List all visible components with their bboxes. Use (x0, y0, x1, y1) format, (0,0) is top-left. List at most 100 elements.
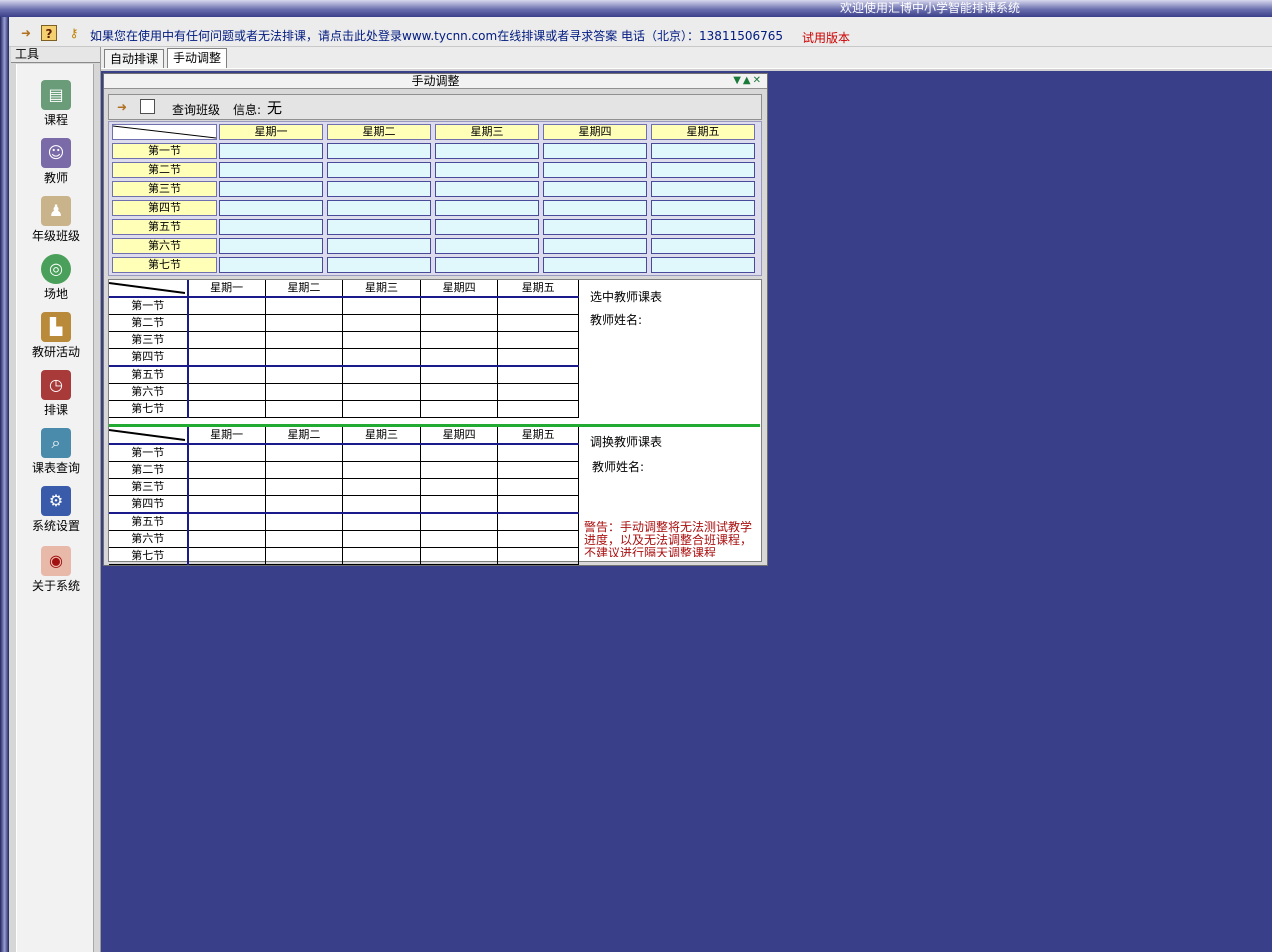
timetable-slot[interactable] (420, 366, 499, 384)
key-icon[interactable]: ⚷ (66, 25, 82, 41)
grid-slot[interactable] (543, 219, 647, 235)
timetable-slot[interactable] (342, 400, 421, 418)
grid-slot[interactable] (219, 143, 323, 159)
sidebar-item-timetable-search[interactable]: ⌕ 课表查询 (17, 420, 95, 478)
grid-slot[interactable] (327, 219, 431, 235)
grid-slot[interactable] (219, 238, 323, 254)
timetable-slot[interactable] (265, 383, 344, 401)
timetable-slot[interactable] (187, 314, 266, 332)
timetable-slot[interactable] (342, 530, 421, 548)
timetable-slot[interactable] (497, 331, 579, 349)
support-notice-link[interactable]: 如果您在使用中有任何问题或者无法排课，请点击此处登录www.tycnn.com在… (90, 27, 783, 44)
timetable-slot[interactable] (497, 478, 579, 496)
timetable-slot[interactable] (187, 366, 266, 384)
grid-slot[interactable] (327, 181, 431, 197)
grid-slot[interactable] (219, 162, 323, 178)
grid-slot[interactable] (651, 257, 755, 273)
timetable-slot[interactable] (420, 495, 499, 514)
timetable-slot[interactable] (420, 383, 499, 401)
help-icon[interactable]: ? (41, 25, 57, 41)
grid-slot[interactable] (543, 200, 647, 216)
timetable-slot[interactable] (497, 513, 579, 531)
timetable-slot[interactable] (497, 366, 579, 384)
timetable-slot[interactable] (265, 478, 344, 496)
timetable-slot[interactable] (187, 530, 266, 548)
timetable-slot[interactable] (265, 513, 344, 531)
timetable-slot[interactable] (187, 478, 266, 496)
timetable-slot[interactable] (420, 547, 499, 565)
query-class-icon[interactable]: ➜ (117, 100, 127, 114)
grid-slot[interactable] (543, 181, 647, 197)
timetable-slot[interactable] (420, 478, 499, 496)
timetable-slot[interactable] (342, 348, 421, 367)
sidebar-item-venue[interactable]: ◎ 场地 (17, 246, 95, 304)
timetable-slot[interactable] (420, 461, 499, 479)
grid-slot[interactable] (543, 257, 647, 273)
timetable-slot[interactable] (187, 444, 266, 462)
grid-slot[interactable] (435, 181, 539, 197)
grid-slot[interactable] (219, 257, 323, 273)
timetable-slot[interactable] (187, 383, 266, 401)
timetable-slot[interactable] (342, 331, 421, 349)
timetable-slot[interactable] (265, 444, 344, 462)
sidebar-item-schedule[interactable]: ◷ 排课 (17, 362, 95, 420)
timetable-slot[interactable] (187, 547, 266, 565)
timetable-slot[interactable] (342, 495, 421, 514)
timetable-slot[interactable] (342, 383, 421, 401)
grid-slot[interactable] (651, 200, 755, 216)
timetable-slot[interactable] (187, 348, 266, 367)
timetable-slot[interactable] (420, 297, 499, 315)
timetable-slot[interactable] (342, 513, 421, 531)
collapse-icon[interactable]: ▼ (733, 75, 743, 86)
tab-auto-schedule[interactable]: 自动排课 (104, 49, 165, 70)
timetable-slot[interactable] (497, 495, 579, 514)
grid-slot[interactable] (651, 162, 755, 178)
timetable-slot[interactable] (265, 331, 344, 349)
expand-icon[interactable]: ▲ (743, 75, 753, 86)
grid-slot[interactable] (327, 200, 431, 216)
sidebar-item-course[interactable]: ▤ 课程 (17, 72, 95, 130)
timetable-slot[interactable] (497, 461, 579, 479)
timetable-slot[interactable] (497, 348, 579, 367)
timetable-slot[interactable] (265, 530, 344, 548)
timetable-slot[interactable] (497, 444, 579, 462)
close-icon[interactable]: ✕ (753, 75, 763, 86)
timetable-slot[interactable] (265, 461, 344, 479)
grid-slot[interactable] (327, 143, 431, 159)
timetable-slot[interactable] (265, 400, 344, 418)
grid-slot[interactable] (327, 257, 431, 273)
timetable-slot[interactable] (420, 348, 499, 367)
timetable-slot[interactable] (265, 297, 344, 315)
timetable-slot[interactable] (187, 461, 266, 479)
timetable-slot[interactable] (342, 478, 421, 496)
grid-slot[interactable] (219, 200, 323, 216)
timetable-slot[interactable] (342, 444, 421, 462)
timetable-slot[interactable] (497, 530, 579, 548)
sidebar-item-system-settings[interactable]: ⚙ 系统设置 (17, 478, 95, 536)
timetable-slot[interactable] (342, 297, 421, 315)
timetable-slot[interactable] (342, 366, 421, 384)
timetable-slot[interactable] (420, 513, 499, 531)
query-class-checkbox[interactable] (140, 99, 155, 114)
timetable-slot[interactable] (187, 400, 266, 418)
grid-slot[interactable] (219, 181, 323, 197)
sidebar-item-teacher[interactable]: ☺ 教师 (17, 130, 95, 188)
tab-manual-adjust[interactable]: 手动调整 (167, 48, 228, 70)
timetable-slot[interactable] (420, 530, 499, 548)
grid-slot[interactable] (435, 143, 539, 159)
timetable-slot[interactable] (265, 547, 344, 565)
grid-slot[interactable] (435, 257, 539, 273)
timetable-slot[interactable] (497, 547, 579, 565)
grid-slot[interactable] (435, 219, 539, 235)
grid-slot[interactable] (435, 238, 539, 254)
timetable-slot[interactable] (342, 547, 421, 565)
timetable-slot[interactable] (265, 348, 344, 367)
timetable-slot[interactable] (497, 383, 579, 401)
timetable-slot[interactable] (187, 495, 266, 514)
grid-slot[interactable] (543, 162, 647, 178)
timetable-slot[interactable] (187, 297, 266, 315)
timetable-slot[interactable] (420, 331, 499, 349)
grid-slot[interactable] (651, 219, 755, 235)
grid-slot[interactable] (543, 238, 647, 254)
timetable-slot[interactable] (265, 366, 344, 384)
